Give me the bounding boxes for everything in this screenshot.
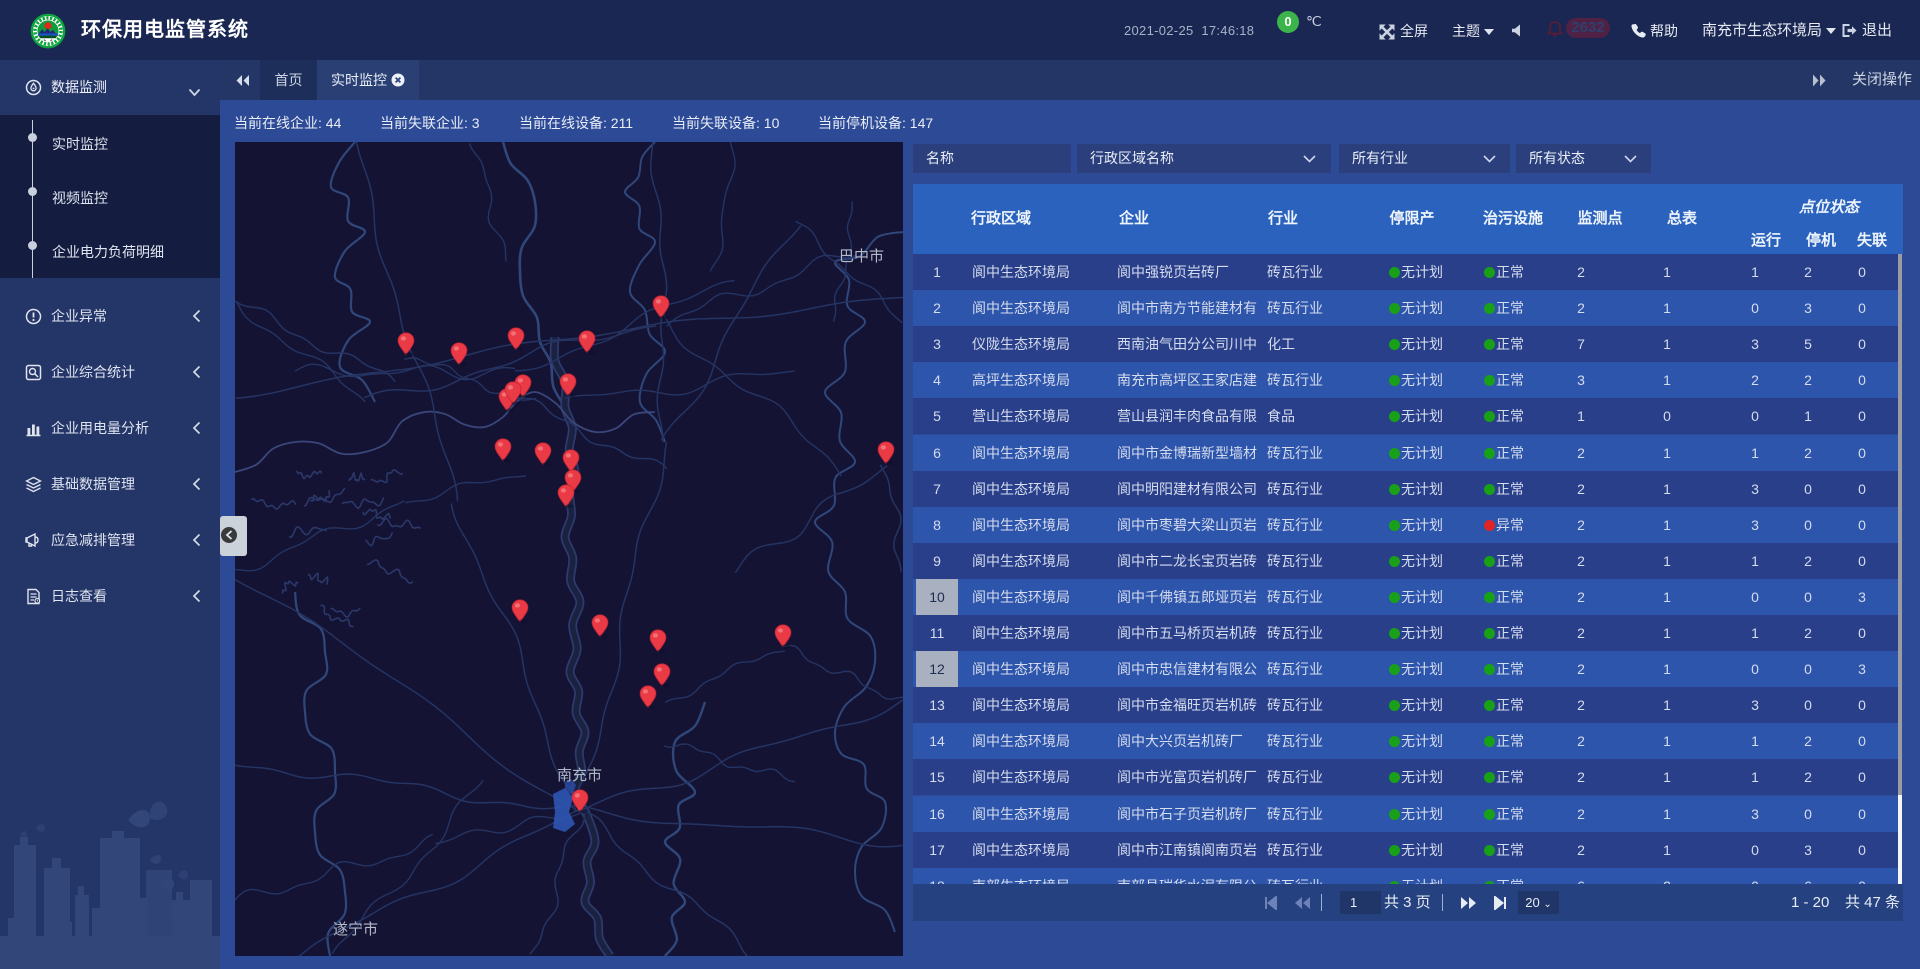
- svg-text:南充市: 南充市: [557, 767, 602, 784]
- svg-text:巴中市: 巴中市: [839, 248, 884, 265]
- svg-text:遂宁市: 遂宁市: [333, 921, 378, 938]
